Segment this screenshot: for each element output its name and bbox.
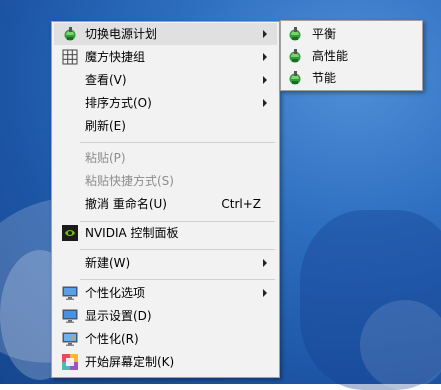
- menu-separator: [80, 249, 275, 250]
- menu-separator: [80, 142, 275, 143]
- submenu-arrow-icon: [263, 53, 267, 61]
- menu-item-label: 撤消 重命名(U): [85, 197, 167, 211]
- menu-item-label: 粘贴(P): [85, 151, 126, 165]
- start-screen-icon: [62, 354, 78, 370]
- menu-item-sort-by[interactable]: 排序方式(O): [54, 92, 277, 114]
- menu-item-label: 刷新(E): [85, 119, 126, 133]
- menu-item-start-screen-customize[interactable]: 开始屏幕定制(K): [54, 351, 277, 373]
- submenu-arrow-icon: [263, 30, 267, 38]
- menu-item-label: 开始屏幕定制(K): [85, 355, 175, 369]
- menu-item-mofang-shortcuts[interactable]: 魔方快捷组: [54, 46, 277, 68]
- submenu-arrow-icon: [263, 259, 267, 267]
- submenu-item-label: 平衡: [312, 27, 337, 41]
- menu-item-label: 新建(W): [85, 256, 131, 270]
- menu-item-switch-power-plan[interactable]: 切换电源计划: [54, 23, 277, 45]
- menu-separator: [80, 279, 275, 280]
- menu-item-label: 排序方式(O): [85, 96, 152, 110]
- menu-item-personalize-options[interactable]: 个性化选项: [54, 282, 277, 304]
- menu-item-paste-shortcut: 粘贴快捷方式(S): [54, 170, 277, 192]
- menu-item-refresh[interactable]: 刷新(E): [54, 115, 277, 137]
- menu-item-nvidia-control-panel[interactable]: NVIDIA 控制面板: [54, 222, 277, 244]
- menu-item-label: NVIDIA 控制面板: [85, 226, 179, 240]
- menu-item-label: 切换电源计划: [85, 27, 158, 41]
- submenu-item-label: 高性能: [312, 49, 349, 63]
- power-plan-icon: [287, 70, 303, 86]
- power-plan-icon: [287, 26, 303, 42]
- submenu-item-power-saver[interactable]: 节能: [283, 67, 420, 89]
- personalize-icon: [62, 331, 78, 347]
- submenu-item-balanced[interactable]: 平衡: [283, 23, 420, 45]
- menu-item-label: 个性化(R): [85, 332, 139, 346]
- grid-icon: [62, 49, 78, 65]
- submenu-item-label: 节能: [312, 71, 337, 85]
- menu-item-personalize[interactable]: 个性化(R): [54, 328, 277, 350]
- power-plan-icon: [62, 26, 78, 42]
- menu-item-label: 粘贴快捷方式(S): [85, 174, 174, 188]
- display-settings-icon: [62, 308, 78, 324]
- submenu-arrow-icon: [263, 289, 267, 297]
- nvidia-icon: [62, 225, 78, 241]
- menu-item-label: 魔方快捷组: [85, 50, 146, 64]
- monitor-icon: [62, 285, 78, 301]
- wallpaper-wave: [360, 300, 441, 390]
- menu-item-label: 个性化选项: [85, 286, 146, 300]
- power-plan-icon: [287, 48, 303, 64]
- menu-item-shortcut: Ctrl+Z: [221, 197, 261, 211]
- desktop-context-menu: 切换电源计划 魔方快捷组 查看(V) 排序方式(O) 刷新(E) 粘贴(P) 粘…: [51, 21, 280, 378]
- power-plan-submenu: 平衡 高性能 节能: [280, 20, 423, 91]
- menu-item-view[interactable]: 查看(V): [54, 69, 277, 91]
- submenu-arrow-icon: [263, 76, 267, 84]
- menu-item-display-settings[interactable]: 显示设置(D): [54, 305, 277, 327]
- menu-item-new[interactable]: 新建(W): [54, 252, 277, 274]
- menu-item-label: 显示设置(D): [85, 309, 152, 323]
- submenu-item-high-performance[interactable]: 高性能: [283, 45, 420, 67]
- menu-item-paste: 粘贴(P): [54, 147, 277, 169]
- menu-item-label: 查看(V): [85, 73, 127, 87]
- submenu-arrow-icon: [263, 99, 267, 107]
- menu-item-undo-rename[interactable]: 撤消 重命名(U) Ctrl+Z: [54, 193, 277, 215]
